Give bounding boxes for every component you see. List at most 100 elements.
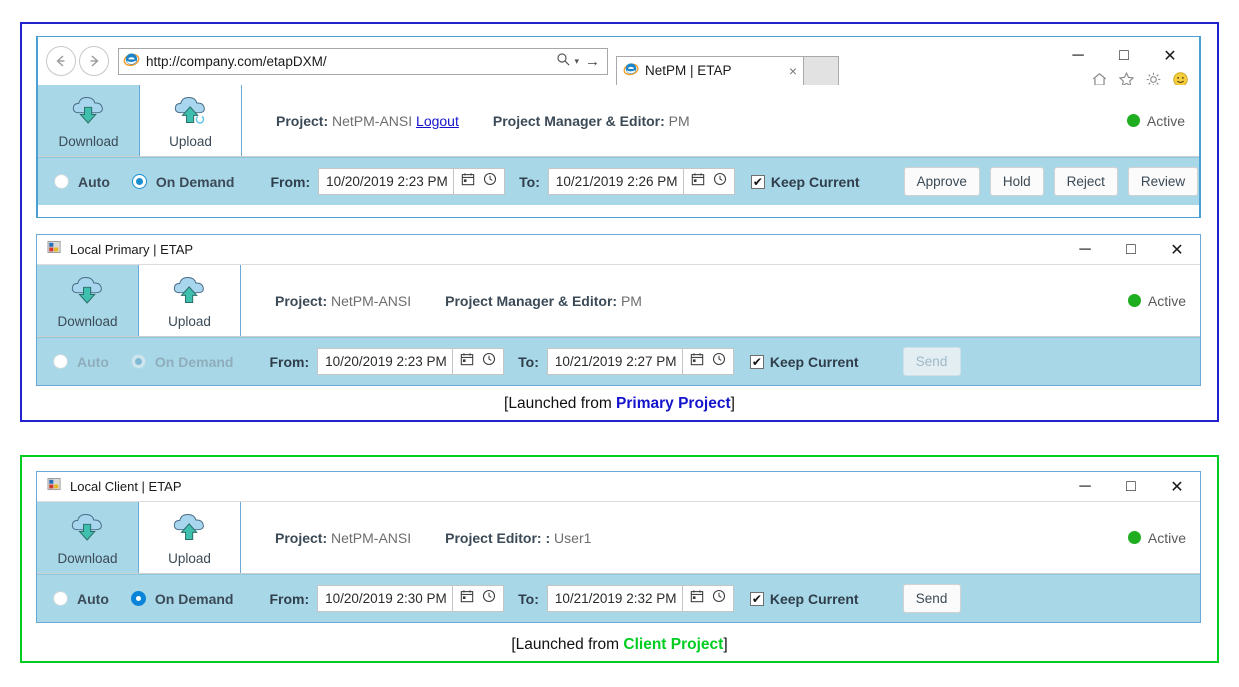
hold-button[interactable]: Hold <box>989 167 1044 196</box>
keep-current-checkbox-group[interactable]: ✔ Keep Current <box>749 591 859 607</box>
ondemand-radio[interactable] <box>131 174 147 189</box>
to-datetime-input[interactable]: 10/21/2019 2:32 PM <box>546 585 683 612</box>
clock-icon[interactable] <box>482 589 496 608</box>
mode-ondemand-radio-group[interactable]: On Demand <box>131 173 251 190</box>
go-arrow-icon[interactable]: → <box>582 53 603 70</box>
local-client-titlebar: Local Client | ETAP ─ □ ✕ <box>37 472 1200 502</box>
action-bar-local-primary: Auto On Demand From: 10/20/2019 2:23 PM <box>37 337 1200 385</box>
from-datetime-input[interactable]: 10/20/2019 2:30 PM <box>317 585 454 612</box>
project-value: NetPM-ANSI <box>331 292 412 309</box>
download-button[interactable]: Download <box>37 502 139 573</box>
caption-highlight: Client Project <box>623 636 724 653</box>
role-value: PM <box>620 292 642 309</box>
ondemand-label: On Demand <box>154 353 234 370</box>
send-button[interactable]: Send <box>902 347 961 376</box>
maximize-button[interactable]: □ <box>1101 41 1147 71</box>
review-button[interactable]: Review <box>1127 167 1199 196</box>
keep-current-checkbox[interactable]: ✔ <box>749 354 764 369</box>
local-client-project-info: Project: NetPM-ANSI Project Editor: : Us… <box>241 502 1200 573</box>
auto-radio[interactable] <box>54 174 69 189</box>
mode-auto-radio-group[interactable]: Auto <box>53 591 125 607</box>
to-datetime-pickers <box>682 348 734 375</box>
ondemand-label: On Demand <box>154 590 234 607</box>
browser-tab[interactable]: NetPM | ETAP × <box>616 55 804 85</box>
clock-icon[interactable] <box>713 172 727 191</box>
calendar-icon[interactable] <box>461 172 475 191</box>
ondemand-radio[interactable] <box>130 591 146 606</box>
upload-button[interactable]: Upload <box>139 502 241 573</box>
to-datetime-pickers <box>683 168 735 195</box>
browser-project-info: Project: NetPM-ANSI Logout Project Manag… <box>242 85 1199 156</box>
local-primary-window: Local Primary | ETAP ─ □ ✕ Download Uplo… <box>36 234 1201 386</box>
browser-window: http://company.com/etapDXM/ ▾ → NetPM | … <box>36 36 1201 218</box>
project-value: NetPM-ANSI <box>332 112 413 129</box>
action-bar-browser: Auto On Demand From: 10/20/2019 2:23 PM <box>38 157 1199 205</box>
approve-button[interactable]: Approve <box>903 167 980 196</box>
from-datetime-input[interactable]: 10/20/2019 2:23 PM <box>318 168 455 195</box>
mode-ondemand-radio-group: On Demand <box>130 353 250 370</box>
auto-radio <box>53 354 68 369</box>
address-bar[interactable]: http://company.com/etapDXM/ ▾ → <box>118 47 608 75</box>
close-button[interactable]: ✕ <box>1147 41 1193 71</box>
keep-current-checkbox[interactable]: ✔ <box>749 591 764 606</box>
search-icon[interactable] <box>556 52 571 70</box>
minimize-button[interactable]: ─ <box>1062 235 1108 265</box>
caption-suffix: ] <box>723 636 728 653</box>
close-button[interactable]: ✕ <box>1154 235 1200 265</box>
clock-icon[interactable] <box>482 352 496 371</box>
upload-button[interactable]: Upload <box>140 85 242 156</box>
local-primary-titlebar: Local Primary | ETAP ─ □ ✕ <box>37 235 1200 265</box>
mode-ondemand-radio-group[interactable]: On Demand <box>130 590 250 607</box>
clock-icon[interactable] <box>483 172 497 191</box>
caption-prefix: [Launched from <box>504 395 617 412</box>
close-button[interactable]: ✕ <box>1154 472 1200 502</box>
auto-label: Auto <box>78 173 110 190</box>
keep-current-checkbox-group[interactable]: ✔ Keep Current <box>749 354 859 370</box>
send-button-row: Send <box>902 584 961 613</box>
keep-current-checkbox-group[interactable]: ✔ Keep Current <box>750 174 860 190</box>
maximize-button[interactable]: □ <box>1108 235 1154 265</box>
status-text: Active <box>1147 292 1186 309</box>
calendar-icon[interactable] <box>691 172 705 191</box>
status-dot-icon <box>1126 114 1140 127</box>
to-datetime-input[interactable]: 10/21/2019 2:26 PM <box>547 168 684 195</box>
cloud-download-icon <box>68 510 108 549</box>
send-button-row: Send <box>902 347 961 376</box>
logout-link[interactable]: Logout <box>416 113 459 129</box>
from-datetime-input[interactable]: 10/20/2019 2:23 PM <box>317 348 454 375</box>
minimize-button[interactable]: ─ <box>1055 41 1101 71</box>
to-label: To: <box>518 353 539 370</box>
forward-arrow-icon[interactable] <box>79 46 109 76</box>
upload-button[interactable]: Upload <box>139 265 241 336</box>
to-datetime-pickers <box>682 585 734 612</box>
download-label: Download <box>57 550 118 566</box>
chevron-down-icon[interactable]: ▾ <box>574 56 579 67</box>
caption-suffix: ] <box>730 395 735 412</box>
ondemand-label: On Demand <box>155 173 235 190</box>
send-button[interactable]: Send <box>902 584 961 613</box>
calendar-icon[interactable] <box>460 352 474 371</box>
cloud-upload-icon <box>170 510 210 549</box>
calendar-icon[interactable] <box>690 352 704 371</box>
mode-auto-radio-group[interactable]: Auto <box>54 174 126 190</box>
screenshot-root: http://company.com/etapDXM/ ▾ → NetPM | … <box>0 0 1239 687</box>
to-datetime-input[interactable]: 10/21/2019 2:27 PM <box>546 348 683 375</box>
calendar-icon[interactable] <box>690 589 704 608</box>
cloud-download-icon <box>69 93 109 132</box>
cloud-upload-icon <box>171 93 211 132</box>
clock-icon[interactable] <box>712 352 726 371</box>
clock-icon[interactable] <box>712 589 726 608</box>
download-button[interactable]: Download <box>37 265 139 336</box>
maximize-button[interactable]: □ <box>1108 472 1154 502</box>
minimize-button[interactable]: ─ <box>1062 472 1108 502</box>
tab-ie-logo-icon <box>623 61 639 80</box>
project-label: Project: <box>275 529 328 546</box>
close-icon[interactable]: × <box>789 63 797 79</box>
download-button[interactable]: Download <box>38 85 140 156</box>
back-arrow-icon[interactable] <box>46 46 76 76</box>
auto-radio[interactable] <box>53 591 68 606</box>
keep-current-checkbox[interactable]: ✔ <box>750 174 765 189</box>
new-tab-button[interactable] <box>803 55 839 85</box>
reject-button[interactable]: Reject <box>1053 167 1118 196</box>
calendar-icon[interactable] <box>460 589 474 608</box>
